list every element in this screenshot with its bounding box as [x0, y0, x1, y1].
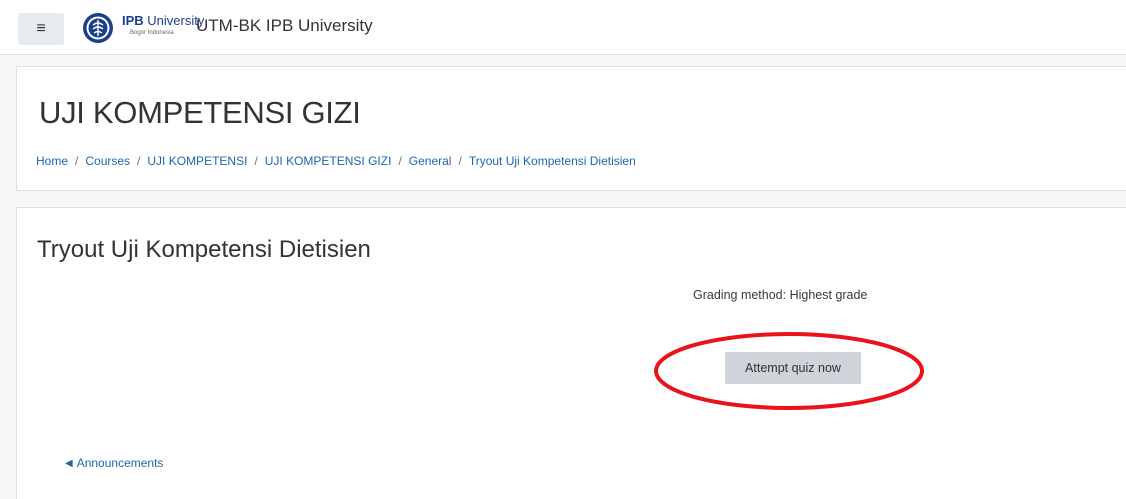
- brand-ipb-text: IPB: [122, 13, 144, 28]
- activity-title: Tryout Uji Kompetensi Dietisien: [37, 236, 371, 263]
- brand-name: IPB University: [122, 13, 204, 28]
- hamburger-menu-button[interactable]: ≡: [18, 13, 64, 45]
- breadcrumb-courses[interactable]: Courses: [85, 154, 130, 168]
- breadcrumb-category[interactable]: UJI KOMPETENSI: [147, 154, 247, 168]
- ipb-seal-icon[interactable]: [82, 12, 114, 44]
- breadcrumb-separator: /: [458, 154, 462, 168]
- breadcrumb-home[interactable]: Home: [36, 154, 68, 168]
- site-name[interactable]: UTM-BK IPB University: [196, 16, 373, 36]
- page-header-card: UJI KOMPETENSI GIZI Home / Courses / UJI…: [16, 66, 1126, 191]
- breadcrumb-separator: /: [254, 154, 258, 168]
- brand-subtitle: Bogor Indonesia: [130, 30, 174, 36]
- page-title: UJI KOMPETENSI GIZI: [39, 95, 361, 130]
- breadcrumb: Home / Courses / UJI KOMPETENSI / UJI KO…: [36, 154, 636, 168]
- arrow-left-icon: ◀: [65, 457, 73, 469]
- hamburger-icon: ≡: [36, 20, 46, 37]
- previous-activity-label: Announcements: [76, 456, 164, 470]
- previous-activity-link[interactable]: ◀ Announcements: [65, 456, 163, 470]
- grading-method-text: Grading method: Highest grade: [693, 288, 868, 302]
- top-navbar: ≡ IPB University Bogor Indonesia UTM-BK …: [0, 0, 1126, 55]
- attempt-quiz-button[interactable]: Attempt quiz now: [725, 352, 861, 384]
- quiz-main-card: Tryout Uji Kompetensi Dietisien Grading …: [16, 207, 1126, 499]
- breadcrumb-course[interactable]: UJI KOMPETENSI GIZI: [265, 154, 392, 168]
- breadcrumb-activity[interactable]: Tryout Uji Kompetensi Dietisien: [469, 154, 636, 168]
- breadcrumb-separator: /: [137, 154, 141, 168]
- breadcrumb-separator: /: [75, 154, 79, 168]
- breadcrumb-separator: /: [398, 154, 402, 168]
- breadcrumb-section[interactable]: General: [409, 154, 452, 168]
